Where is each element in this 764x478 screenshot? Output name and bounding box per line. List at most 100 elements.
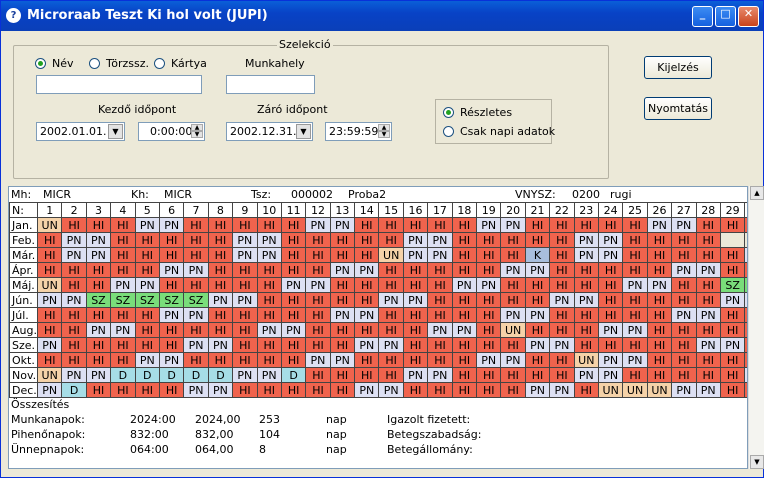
day-cell[interactable]: HI [378, 217, 404, 233]
day-cell[interactable]: HI [158, 247, 185, 263]
day-cell[interactable]: HI [427, 382, 453, 398]
day-cell[interactable]: HI [280, 352, 307, 368]
day-cell[interactable]: HI [378, 367, 404, 383]
day-cell[interactable]: HI [158, 277, 185, 293]
day-cell[interactable]: HI [402, 217, 429, 233]
day-cell[interactable]: HI [378, 322, 404, 338]
day-cell[interactable]: HI [183, 352, 209, 368]
day-cell[interactable]: UN [573, 352, 599, 368]
day-cell[interactable]: HI [378, 352, 404, 368]
day-cell[interactable]: PN [232, 367, 258, 383]
day-cell[interactable]: HI [719, 352, 746, 368]
day-cell[interactable]: PN [183, 337, 209, 353]
day-cell[interactable]: HI [36, 307, 63, 323]
day-cell[interactable]: HI [622, 247, 648, 263]
day-cell[interactable]: HI [280, 217, 307, 233]
kijelzes-button[interactable]: Kijelzés [644, 56, 712, 79]
day-cell[interactable]: PN [671, 262, 697, 278]
day-cell[interactable]: HI [329, 277, 356, 293]
day-cell[interactable]: PN [378, 292, 404, 308]
chevron-down-icon[interactable]: ▼ [108, 124, 123, 139]
day-cell[interactable]: SZ [134, 292, 160, 308]
day-cell[interactable]: HI [646, 247, 673, 263]
day-cell[interactable]: HI [646, 292, 673, 308]
day-cell[interactable]: HI [597, 337, 624, 353]
day-cell[interactable]: D [207, 367, 234, 383]
day-cell[interactable]: HI [305, 337, 331, 353]
radio-csak-napi[interactable] [443, 126, 454, 137]
day-cell[interactable]: HI [427, 292, 453, 308]
day-cell[interactable]: PN [232, 247, 258, 263]
day-cell[interactable]: PN [524, 382, 551, 398]
day-cell[interactable]: HI [183, 247, 209, 263]
day-cell[interactable]: HI [36, 322, 63, 338]
day-cell[interactable]: HI [719, 322, 746, 338]
day-cell[interactable]: PN [378, 337, 404, 353]
day-cell[interactable]: SZ [158, 292, 185, 308]
day-cell[interactable]: HI [524, 367, 551, 383]
day-cell[interactable]: HI [183, 277, 209, 293]
day-cell[interactable]: HI [256, 337, 282, 353]
day-cell[interactable]: HI [402, 322, 429, 338]
day-cell[interactable]: PN [524, 307, 551, 323]
day-cell[interactable]: HI [524, 292, 551, 308]
radio-reszletes[interactable] [443, 107, 454, 118]
day-cell[interactable]: UN [36, 277, 63, 293]
day-cell[interactable]: PN [402, 367, 429, 383]
title-bar[interactable]: ? Microraab Teszt Ki hol volt (JUPI) _ □… [1, 1, 763, 31]
day-cell[interactable]: HI [207, 247, 234, 263]
day-cell[interactable]: HI [573, 262, 599, 278]
day-cell[interactable]: PN [256, 247, 282, 263]
day-cell[interactable]: HI [110, 337, 136, 353]
day-cell[interactable]: HI [427, 307, 453, 323]
day-cell[interactable]: PN [597, 322, 624, 338]
day-cell[interactable]: HI [622, 337, 648, 353]
day-cell[interactable]: HI [207, 322, 234, 338]
day-cell[interactable]: HI [232, 382, 258, 398]
day-cell[interactable]: HI [476, 337, 502, 353]
day-cell[interactable]: HI [232, 337, 258, 353]
day-cell[interactable]: UN [622, 382, 648, 398]
day-cell[interactable]: D [110, 367, 136, 383]
day-cell[interactable]: HI [573, 307, 599, 323]
chevron-down-icon[interactable]: ▼ [296, 124, 311, 139]
day-cell[interactable]: HI [232, 322, 258, 338]
day-cell[interactable]: HI [256, 307, 282, 323]
day-cell[interactable]: PN [597, 232, 624, 248]
day-cell[interactable]: HI [695, 367, 721, 383]
day-cell[interactable]: HI [671, 277, 697, 293]
day-cell[interactable]: PN [305, 277, 331, 293]
day-cell[interactable]: HI [597, 307, 624, 323]
day-cell[interactable]: HI [305, 382, 331, 398]
day-cell[interactable]: PN [524, 262, 551, 278]
day-cell[interactable]: PN [354, 262, 380, 278]
day-cell[interactable]: PN [85, 367, 112, 383]
day-cell[interactable]: HI [110, 262, 136, 278]
day-cell[interactable]: HI [622, 307, 648, 323]
day-cell[interactable]: PN [622, 322, 648, 338]
spinner-arrows-icon[interactable]: ▲ ▼ [191, 124, 203, 139]
day-cell[interactable]: PN [85, 232, 112, 248]
day-cell[interactable]: PN [61, 232, 87, 248]
day-cell[interactable]: HI [573, 337, 599, 353]
day-cell[interactable]: HI [476, 307, 502, 323]
radio-nev[interactable] [35, 58, 46, 69]
nev-input[interactable] [36, 75, 202, 94]
day-cell[interactable]: PN [378, 382, 404, 398]
day-cell[interactable]: PN [183, 307, 209, 323]
day-cell[interactable]: HI [305, 232, 331, 248]
day-cell[interactable]: SZ [719, 277, 746, 293]
day-cell[interactable]: HI [61, 217, 87, 233]
day-cell[interactable]: PN [695, 337, 721, 353]
day-cell[interactable]: UN [500, 322, 526, 338]
day-cell[interactable]: HI [402, 307, 429, 323]
day-cell[interactable]: PN [256, 322, 282, 338]
day-cell[interactable]: HI [61, 307, 87, 323]
day-cell[interactable]: HI [646, 352, 673, 368]
day-cell[interactable]: HI [402, 337, 429, 353]
day-cell[interactable]: HI [549, 247, 575, 263]
day-cell[interactable]: PN [646, 217, 673, 233]
day-cell[interactable]: HI [597, 277, 624, 293]
day-cell[interactable]: PN [61, 292, 87, 308]
day-cell[interactable]: HI [427, 262, 453, 278]
